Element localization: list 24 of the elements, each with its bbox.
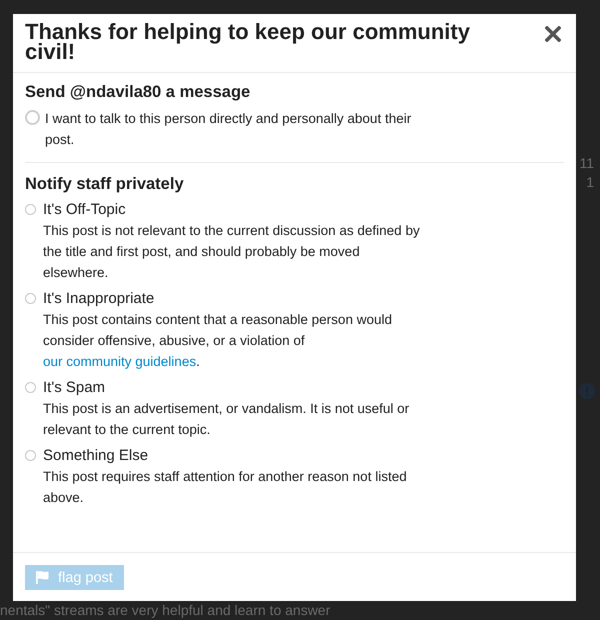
flag-icon [35,570,50,585]
radio-button[interactable] [25,293,36,304]
reply-count: 11 [579,155,594,171]
option-description: This post is not relevant to the current discussion as defined by the title and first post, and should probably be moved elsewhere. [43,222,421,282]
radio-button[interactable] [25,450,36,461]
option-label[interactable]: It's Inappropriate [43,289,428,309]
section-heading: Notify staff privately [25,175,185,194]
section-heading: Send @ndavila80 a message [25,83,252,102]
dialog-title: Thanks for helping to keep our community civil! [25,22,471,62]
radio-button[interactable] [25,110,40,125]
option-label[interactable]: It's Spam [43,378,428,398]
guidelines-link[interactable]: our community guidelines [43,354,196,369]
close-icon[interactable] [545,26,561,42]
option-description: I want to talk to this person directly and personally about their post. [45,110,412,149]
option-description: This post contains content that a reasonable person would consider offensive, abusive, or a violation of our community guidelines. [43,311,393,371]
reply-count: 1 [586,174,594,190]
background-text: nentals" streams are very helpful and learn to answer [0,602,330,618]
radio-button[interactable] [25,382,36,393]
option-label[interactable]: It's Off-Topic [43,200,428,220]
option-description: This post requires staff attention for another reason not listed above. [43,468,408,507]
option-label[interactable]: Something Else [43,446,428,466]
option-description: This post is an advertisement, or vandalism. It is not useful or relevant to the current topic. [43,400,410,439]
radio-button[interactable] [25,204,36,215]
info-icon [579,383,595,399]
